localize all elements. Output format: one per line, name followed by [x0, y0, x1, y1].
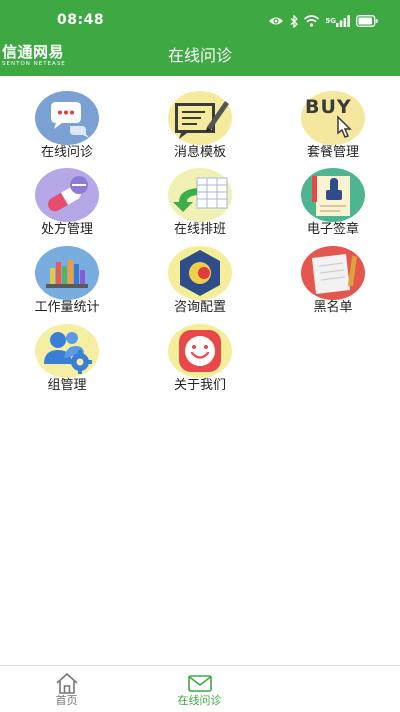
- status-time: 08:48: [57, 12, 105, 28]
- tab-label: 首页: [55, 694, 78, 707]
- chat-bubble-icon: [34, 91, 100, 145]
- menu-item-label: 黑名单: [313, 300, 353, 315]
- smiley-icon: [167, 324, 233, 378]
- battery-icon: [356, 15, 378, 27]
- menu-item-group-manage[interactable]: 组管理: [12, 321, 122, 393]
- buy-click-icon: BUY: [300, 91, 366, 145]
- note-pen-icon: [167, 91, 233, 145]
- app-header: 08:48 5G 信通网易 SENTON NETEASE 在线问诊: [0, 0, 400, 76]
- pill-capsule-icon: [34, 168, 100, 222]
- menu-item-label: 咨询配置: [173, 300, 226, 315]
- tab-home[interactable]: 首页: [0, 666, 133, 712]
- page-title: 在线问诊: [167, 46, 232, 65]
- bluetooth-icon: [290, 14, 299, 28]
- menu-item-label: 工作量统计: [34, 300, 100, 315]
- home-icon: [54, 672, 80, 694]
- menu-item-label: 套餐管理: [306, 145, 359, 160]
- wifi-icon: [304, 15, 320, 27]
- menu-item-package-manage[interactable]: BUY 套餐管理: [278, 88, 388, 160]
- menu-item-label: 组管理: [47, 378, 87, 393]
- svg-text:BUY: BUY: [305, 96, 352, 118]
- menu-item-online-consult[interactable]: 在线问诊: [12, 88, 122, 160]
- bottom-tab-bar: 首页 在线问诊: [0, 665, 400, 712]
- menu-item-e-signature[interactable]: 电子签章: [278, 165, 388, 237]
- document-stamp-icon: [300, 168, 366, 222]
- menu-item-label: 消息模板: [173, 145, 226, 160]
- hexagon-config-icon: [167, 246, 233, 300]
- mail-icon: [187, 672, 213, 694]
- menu-item-about-us[interactable]: 关于我们: [145, 321, 255, 393]
- menu-item-prescription-manage[interactable]: 处方管理: [12, 165, 122, 237]
- schedule-arrow-icon: [167, 168, 233, 222]
- menu-item-blacklist[interactable]: 黑名单: [278, 243, 388, 315]
- status-icons: 5G: [268, 13, 378, 29]
- menu-item-label: 在线问诊: [40, 145, 93, 160]
- notebook-icon: [300, 246, 366, 300]
- group-gear-icon: [34, 324, 100, 378]
- bookshelf-icon: [34, 246, 100, 300]
- cellular-signal-icon: 5G: [325, 15, 350, 27]
- tab-label: 在线问诊: [177, 694, 222, 707]
- menu-item-workload-stats[interactable]: 工作量统计: [12, 243, 122, 315]
- menu-item-label: 电子签章: [306, 222, 359, 237]
- menu-item-message-template[interactable]: 消息模板: [145, 88, 255, 160]
- menu-item-label: 关于我们: [173, 378, 226, 393]
- menu-item-label: 处方管理: [40, 222, 93, 237]
- eye-icon: [268, 15, 284, 27]
- tab-online-consult[interactable]: 在线问诊: [133, 666, 266, 712]
- menu-item-online-schedule[interactable]: 在线排班: [145, 165, 255, 237]
- menu-item-label: 在线排班: [173, 222, 226, 237]
- menu-item-consult-config[interactable]: 咨询配置: [145, 243, 255, 315]
- status-bar: 08:48 5G: [0, 0, 400, 40]
